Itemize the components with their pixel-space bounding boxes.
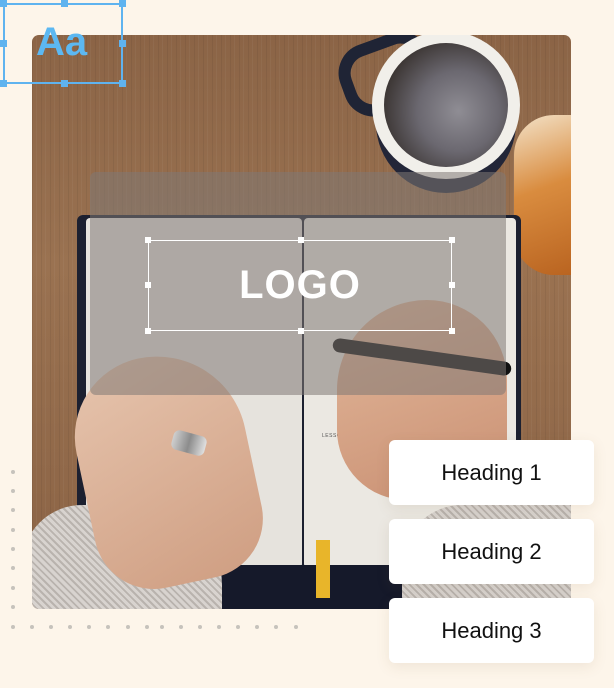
dot <box>11 489 15 493</box>
dot <box>11 470 15 474</box>
dot <box>87 625 91 629</box>
croissant <box>514 115 571 275</box>
dot <box>255 625 259 629</box>
resize-handle-nw[interactable] <box>0 0 7 7</box>
dot <box>294 625 298 629</box>
resize-handle-w[interactable] <box>145 282 151 288</box>
bookmark-ribbon <box>316 540 330 598</box>
dot <box>160 625 164 629</box>
resize-handle-w[interactable] <box>0 40 7 47</box>
dot <box>145 625 149 629</box>
dot <box>179 625 183 629</box>
dot <box>198 625 202 629</box>
dot <box>11 528 15 532</box>
coffee <box>384 43 508 167</box>
dot <box>126 625 130 629</box>
dot <box>49 625 53 629</box>
dot <box>11 605 15 609</box>
dot <box>68 625 72 629</box>
heading-1-option[interactable]: Heading 1 <box>389 440 594 505</box>
resize-handle-sw[interactable] <box>0 80 7 87</box>
dot <box>106 625 110 629</box>
dot <box>11 547 15 551</box>
resize-handle-s[interactable] <box>298 328 304 334</box>
resize-handle-n[interactable] <box>298 237 304 243</box>
dot <box>236 625 240 629</box>
logo-text[interactable]: LOGO <box>239 263 361 308</box>
dot <box>11 508 15 512</box>
typography-selection[interactable] <box>0 0 126 87</box>
resize-handle-ne[interactable] <box>119 0 126 7</box>
resize-handle-s[interactable] <box>61 80 68 87</box>
resize-handle-nw[interactable] <box>145 237 151 243</box>
dot <box>11 586 15 590</box>
heading-3-option[interactable]: Heading 3 <box>389 598 594 663</box>
dot <box>30 625 34 629</box>
resize-handle-e[interactable] <box>119 40 126 47</box>
resize-handle-se[interactable] <box>119 80 126 87</box>
resize-handle-n[interactable] <box>61 0 68 7</box>
resize-handle-e[interactable] <box>449 282 455 288</box>
dot <box>274 625 278 629</box>
dot <box>11 566 15 570</box>
dot <box>11 625 15 629</box>
resize-handle-sw[interactable] <box>145 328 151 334</box>
dot <box>217 625 221 629</box>
resize-handle-se[interactable] <box>449 328 455 334</box>
resize-handle-ne[interactable] <box>449 237 455 243</box>
heading-2-option[interactable]: Heading 2 <box>389 519 594 584</box>
logo-placeholder-selection[interactable]: LOGO <box>145 237 455 334</box>
